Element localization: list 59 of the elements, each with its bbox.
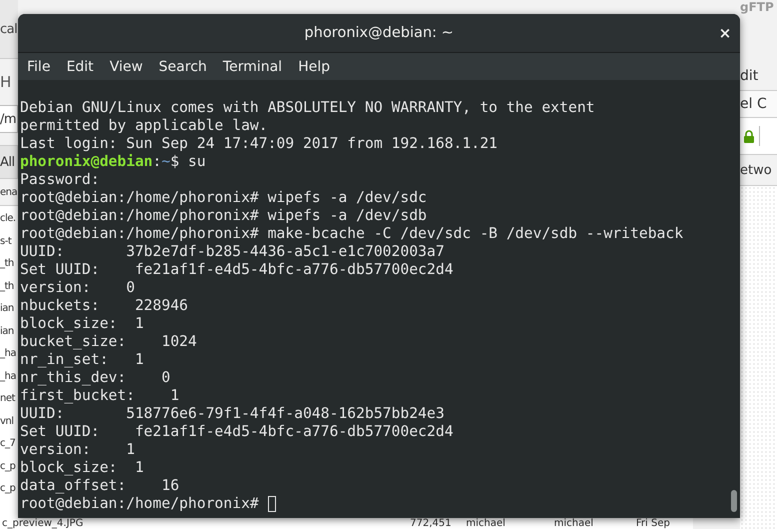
- terminal-line: permitted by applicable law.: [20, 117, 268, 135]
- label-text: H: [0, 73, 11, 91]
- terminal-line: version: 1: [20, 441, 135, 459]
- terminal-line: block_size: 1: [20, 315, 144, 333]
- scrollbar-thumb[interactable]: [731, 490, 737, 512]
- terminal-line: root@debian:/home/phoronix# wipefs -a /dev/sdc: [20, 189, 427, 207]
- terminal-line: Last login: Sun Sep 24 17:47:09 2017 from 192.168.1.21: [20, 135, 498, 153]
- terminal-line: nr_this_dev: 0: [20, 369, 170, 387]
- terminal-line: UUID: 37b2e7df-b285-4436-a5c1-e1c7002003a7: [20, 243, 444, 261]
- file-name[interactable]: vnl: [0, 410, 14, 433]
- menu-item[interactable]: dit: [740, 68, 758, 84]
- lock-icon: [744, 130, 754, 142]
- terminal-line: root@debian:/home/phoronix# make-bcache -C /dev/sdc -B /dev/sdb --writeback: [20, 225, 684, 243]
- terminal-line: root@debian:/home/phoronix#: [20, 495, 260, 513]
- terminal-line: version: 0: [20, 279, 135, 297]
- label-text: el C: [740, 96, 767, 112]
- table-cell: Fri Sep: [636, 518, 670, 529]
- menu-item[interactable]: File: [21, 56, 56, 76]
- terminal-line: UUID: 518776e6-79f1-4f4f-a048-162b57bb24e3: [20, 405, 444, 423]
- file-name[interactable]: c_7: [0, 433, 16, 456]
- terminal-line: Debian GNU/Linux comes with ABSOLUTELY NO WARRANTY, to the extent: [20, 99, 595, 117]
- file-name[interactable]: _th: [0, 253, 14, 276]
- window-title: phoronix@debian: ~: [304, 25, 454, 41]
- table-cell: c_preview_4.JPG: [2, 518, 84, 529]
- file-name[interactable]: c_p: [0, 456, 16, 478]
- terminal-line: root@debian:/home/phoronix# wipefs -a /dev/sdb: [20, 207, 427, 225]
- file-name[interactable]: _ha: [0, 343, 16, 366]
- terminal-line: block_size: 1: [20, 459, 144, 477]
- terminal-line: nbuckets: 228946: [20, 297, 188, 315]
- menu-item[interactable]: Help: [292, 56, 336, 76]
- terminal-line: Password:: [20, 171, 100, 189]
- file-name[interactable]: _ha: [0, 366, 16, 388]
- terminal-line: Set UUID: fe21af1f-e4d5-4bfc-a776-db57700ec2d4: [20, 423, 454, 441]
- menu-item[interactable]: Terminal: [216, 56, 288, 76]
- file-name[interactable]: _th: [0, 276, 14, 298]
- label-text: etwo: [740, 162, 772, 178]
- terminal-line: Set UUID: fe21af1f-e4d5-4bfc-a776-db57700ec2d4: [20, 261, 454, 279]
- table-cell: 772,451: [410, 518, 452, 529]
- file-name[interactable]: ian: [0, 320, 14, 343]
- terminal-line: phoronix@debian:~$ su: [20, 153, 206, 171]
- table-cell: michael: [554, 518, 594, 529]
- terminal-line: bucket_size: 1024: [20, 333, 197, 351]
- file-name[interactable]: ian: [0, 298, 14, 320]
- menu-item[interactable]: Search: [152, 56, 213, 76]
- file-name[interactable]: s-t: [0, 230, 12, 253]
- window-title: gFTP: [740, 0, 775, 16]
- label-text: All: [0, 154, 15, 170]
- file-name[interactable]: cle.: [0, 208, 16, 230]
- terminal-line: data_offset: 16: [20, 477, 180, 495]
- terminal-line: first_bucket: 1: [20, 387, 180, 405]
- menu-item[interactable]: View: [104, 56, 149, 76]
- label-text: ena: [0, 186, 18, 198]
- table-cell: michael: [466, 518, 506, 529]
- file-name[interactable]: net: [0, 388, 15, 410]
- menu-item[interactable]: Edit: [60, 56, 100, 76]
- close-button[interactable]: ×: [712, 20, 738, 46]
- file-name[interactable]: c_p: [0, 478, 16, 500]
- window-title: cal: [0, 22, 18, 36]
- terminal-line: nr_in_set: 1: [20, 351, 144, 369]
